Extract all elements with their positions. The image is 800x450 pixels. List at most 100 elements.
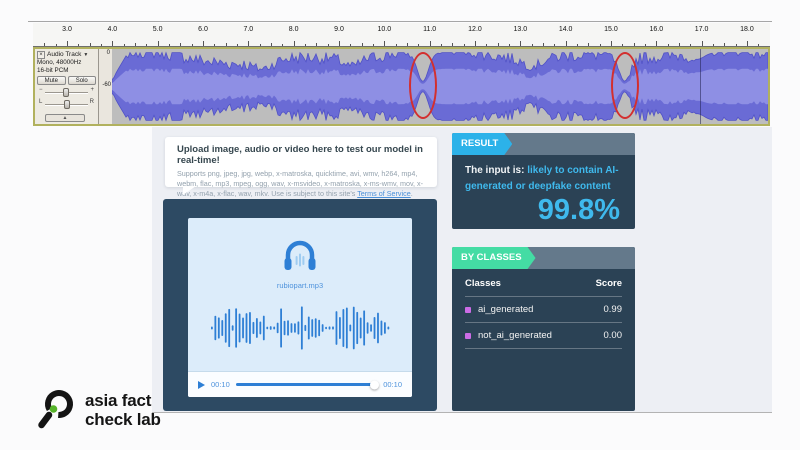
timeline-tick [44,43,45,47]
screenshot-root: 3.04.05.06.07.08.09.010.011.012.013.014.… [0,0,800,450]
timeline-tick [101,44,102,46]
gain-slider[interactable]: − + [37,86,96,97]
timeline-tick [588,43,589,47]
timeline-label: 9.0 [334,26,344,33]
timeline-label: 5.0 [153,26,163,33]
timeline-tick [362,43,363,47]
audio-track: × Audio Track ▼ Mono, 48000Hz 16-bit PCM… [33,47,770,126]
timeline-tick [192,44,193,46]
track-format-line1: Mono, 48000Hz [37,59,96,67]
solo-button[interactable]: Solo [68,76,97,85]
track-close-button[interactable]: × [37,51,45,59]
result-panel-header: RESULT [452,133,635,155]
result-text: The input is: likely to contain AI-gener… [452,155,635,194]
timeline-tick [713,44,714,46]
class-bullet-icon [465,333,471,339]
classes-table: Classes Score ai_generated0.99not_ai_gen… [465,269,622,349]
result-panel: RESULT The input is: likely to contain A… [452,133,635,229]
logo-line1: asia fact [85,391,161,410]
track-format-line2: 16-bit PCM [37,67,96,75]
waveform-area[interactable] [112,49,768,124]
logo-green-dot [50,405,58,413]
timeline-tick [260,44,261,46]
timeline-label: 6.0 [198,26,208,33]
timeline-label: 16.0 [649,26,663,33]
table-divider [465,348,622,349]
timeline-tick [169,44,170,46]
timeline-tick [634,43,635,47]
timeline-tick [373,44,374,46]
timeline-tick [441,44,442,46]
timeline-tick [146,44,147,46]
player-waveform [188,304,412,352]
track-control-panel: × Audio Track ▼ Mono, 48000Hz 16-bit PCM… [35,49,99,124]
timeline-label: 12.0 [468,26,482,33]
timeline-tick [645,44,646,46]
timeline-tick [679,43,680,47]
timeline-tick [90,43,91,47]
current-time: 00:10 [211,380,230,389]
timeline-tick [724,43,725,47]
top-divider-line [28,21,772,22]
timeline-tick [226,43,227,47]
upload-heading: Upload image, audio or video here to tes… [177,144,425,166]
terms-of-service-link[interactable]: Terms of Service [357,189,411,198]
progress-bar[interactable] [236,383,377,386]
audio-player-card: rubiopart.mp3 00:10 00:10 [163,199,437,411]
class-score: 0.99 [604,304,623,315]
timeline-tick [350,44,351,46]
play-button[interactable] [198,381,205,389]
timeline-tick [180,43,181,47]
result-badge: RESULT [452,133,512,155]
timeline-tick [282,44,283,46]
gain-min-label: − [39,87,43,93]
mute-button[interactable]: Mute [37,76,66,85]
upload-body-end: . [411,189,413,198]
progress-knob[interactable] [370,380,379,389]
timeline-tick [509,44,510,46]
pan-slider-thumb[interactable] [64,100,70,109]
timeline-tick [758,44,759,46]
upload-card-tail [183,186,196,195]
timeline-tick [237,44,238,46]
upload-info-card: Upload image, audio or video here to tes… [165,137,437,187]
db-scale-mid-label: -60 [102,82,111,88]
timeline-tick [316,43,317,47]
timeline-tick [520,41,521,46]
vertical-db-scale: 0 -60 [100,49,112,124]
audio-player-panel: rubiopart.mp3 00:10 00:10 [188,218,412,397]
gain-slider-thumb[interactable] [63,88,69,97]
timeline-ruler[interactable]: 3.04.05.06.07.08.09.010.011.012.013.014.… [33,23,770,47]
timeline-label: 18.0 [740,26,754,33]
gain-max-label: + [90,87,94,93]
timeline-tick [532,44,533,46]
track-menu-arrow-icon[interactable]: ▼ [83,52,88,58]
classes-panel: BY CLASSES Classes Score ai_generated0.9… [452,247,635,411]
timeline-label: 17.0 [695,26,709,33]
track-collapse-button[interactable]: ▲ [45,114,85,122]
timeline-tick [396,44,397,46]
timeline-tick [577,44,578,46]
timeline-tick [622,44,623,46]
timeline-label: 11.0 [423,26,436,33]
timeline-tick [736,44,737,46]
timeline-tick [203,41,204,46]
timeline-tick [554,44,555,46]
timeline-tick [475,41,476,46]
db-scale-top-label: 0 [107,50,110,56]
timeline-label: 10.0 [377,26,391,33]
timeline-tick [407,43,408,47]
class-name: ai_generated [478,304,604,315]
timeline-label: 13.0 [513,26,527,33]
table-row: ai_generated0.99 [465,297,622,322]
timeline-tick [214,44,215,46]
timeline-tick [67,41,68,46]
timeline-tick [112,41,113,46]
timeline-label: 3.0 [62,26,72,33]
classes-badge: BY CLASSES [452,247,536,269]
class-name: not_ai_generated [478,330,604,341]
class-bullet-icon [465,307,471,313]
magnifier-icon [34,386,78,434]
pan-slider[interactable]: L R [37,98,96,109]
timeline-tick [339,41,340,46]
